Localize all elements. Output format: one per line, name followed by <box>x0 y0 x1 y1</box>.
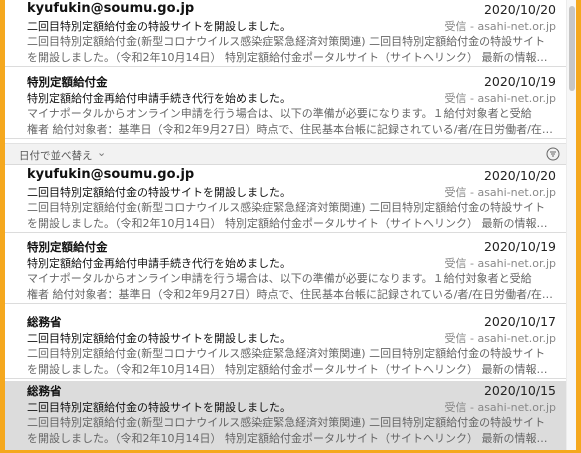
message-sender: 特別定額給付金 <box>27 75 108 89</box>
message-preview-line: 二回目特別定額給付金(新型コロナウイルス感染症緊急経済対策関連) 二回目特別定額… <box>27 347 546 360</box>
message-preview-line: を開設しました。（令和2年10月14日） 特別定額給付金ポータルサイト（サイトへ… <box>27 51 557 64</box>
message-row[interactable]: 特別定額給付金 2020/10/19 特別定額給付金再給付申請手続き代行を始めま… <box>5 237 566 304</box>
message-preview-line: を開設しました。（令和2年10月14日） 特別定額給付金ポータルサイト（サイトへ… <box>27 217 557 230</box>
message-preview-line: 権者 給付対象者：基準日（令和2年9月27日）時点で、住民基本台帳に記録されてい… <box>27 123 553 136</box>
message-mailbox: 受信 - asahi-net.or.jp <box>444 186 557 199</box>
message-row[interactable]: kyufukin@soumu.go.jp 2020/10/20 二回目特別定額給… <box>5 0 566 67</box>
message-preview: 二回目特別定額給付金(新型コロナウイルス感染症緊急経済対策関連) 二回目特別定額… <box>27 200 557 232</box>
message-mailbox: 受信 - asahi-net.or.jp <box>444 332 557 345</box>
message-preview-line: マイナポータルからオンライン申請を行う場合は、以下の準備が必要になります。１給付… <box>27 107 532 120</box>
message-preview: 二回目特別定額給付金(新型コロナウイルス感染症緊急経済対策関連) 二回目特別定額… <box>27 346 557 378</box>
message-preview: 二回目特別定額給付金(新型コロナウイルス感染症緊急経済対策関連) 二回目特別定額… <box>27 415 557 447</box>
message-preview-line: 二回目特別定額給付金(新型コロナウイルス感染症緊急経済対策関連) 二回目特別定額… <box>27 201 546 214</box>
scrollbar-thumb[interactable] <box>569 6 575 91</box>
message-preview-line: 二回目特別定額給付金(新型コロナウイルス感染症緊急経済対策関連) 二回目特別定額… <box>27 35 546 48</box>
message-sender: 総務省 <box>27 315 62 329</box>
sort-by-date-button[interactable]: 日付で並べ替え <box>19 148 93 163</box>
message-preview-line: を開設しました。（令和2年10月14日） 特別定額給付金ポータルサイト（サイトへ… <box>27 363 557 376</box>
message-mailbox: 受信 - asahi-net.or.jp <box>444 401 557 414</box>
message-preview-line: マイナポータルからオンライン申請を行う場合は、以下の準備が必要になります。１給付… <box>27 272 532 285</box>
message-row[interactable]: 総務省 2020/10/17 二回目特別定額給付金の特設サイトを開設しました。 … <box>5 312 566 379</box>
message-date: 2020/10/20 <box>483 2 556 17</box>
message-row[interactable]: kyufukin@soumu.go.jp 2020/10/20 二回目特別定額給… <box>5 166 566 233</box>
message-subject: 二回目特別定額給付金の特設サイトを開設しました。 <box>27 186 291 199</box>
message-date: 2020/10/20 <box>483 168 556 183</box>
message-mailbox: 受信 - asahi-net.or.jp <box>444 92 557 105</box>
chevron-down-icon[interactable]: ⌄ <box>97 146 106 159</box>
message-preview-line: 二回目特別定額給付金(新型コロナウイルス感染症緊急経済対策関連) 二回目特別定額… <box>27 416 546 429</box>
message-sender: kyufukin@soumu.go.jp <box>27 1 195 16</box>
message-sender: kyufukin@soumu.go.jp <box>27 167 195 182</box>
message-date: 2020/10/17 <box>483 314 556 329</box>
message-mailbox: 受信 - asahi-net.or.jp <box>444 20 557 33</box>
message-subject: 二回目特別定額給付金の特設サイトを開設しました。 <box>27 332 291 345</box>
message-preview: 二回目特別定額給付金(新型コロナウイルス感染症緊急経済対策関連) 二回目特別定額… <box>27 34 557 66</box>
message-subject: 特別定額給付金再給付申請手続き代行を始めました。 <box>27 92 291 105</box>
message-date: 2020/10/19 <box>483 74 556 89</box>
filter-icon[interactable] <box>546 147 560 161</box>
message-subject: 二回目特別定額給付金の特設サイトを開設しました。 <box>27 401 291 414</box>
message-row-selected[interactable]: 総務省 2020/10/15 二回目特別定額給付金の特設サイトを開設しました。 … <box>5 381 566 450</box>
message-sender: 総務省 <box>27 384 62 398</box>
message-subject: 二回目特別定額給付金の特設サイトを開設しました。 <box>27 20 291 33</box>
message-mailbox: 受信 - asahi-net.or.jp <box>444 257 557 270</box>
message-subject: 特別定額給付金再給付申請手続き代行を始めました。 <box>27 257 291 270</box>
message-preview-line: を開設しました。（令和2年10月14日） 特別定額給付金ポータルサイト（サイトへ… <box>27 432 557 445</box>
vertical-scrollbar[interactable] <box>566 0 576 450</box>
message-sender: 特別定額給付金 <box>27 240 108 254</box>
message-preview: マイナポータルからオンライン申請を行う場合は、以下の準備が必要になります。１給付… <box>27 271 557 303</box>
message-preview: マイナポータルからオンライン申請を行う場合は、以下の準備が必要になります。１給付… <box>27 106 557 138</box>
sort-bar: 日付で並べ替え ⌄ <box>5 143 566 165</box>
mail-list-window: kyufukin@soumu.go.jp 2020/10/20 二回目特別定額給… <box>5 0 576 450</box>
message-date: 2020/10/15 <box>483 383 556 398</box>
message-preview-line: 権者 給付対象者：基準日（令和2年9月27日）時点で、住民基本台帳に記録されてい… <box>27 288 553 301</box>
message-row[interactable]: 特別定額給付金 2020/10/19 特別定額給付金再給付申請手続き代行を始めま… <box>5 72 566 139</box>
message-date: 2020/10/19 <box>483 239 556 254</box>
